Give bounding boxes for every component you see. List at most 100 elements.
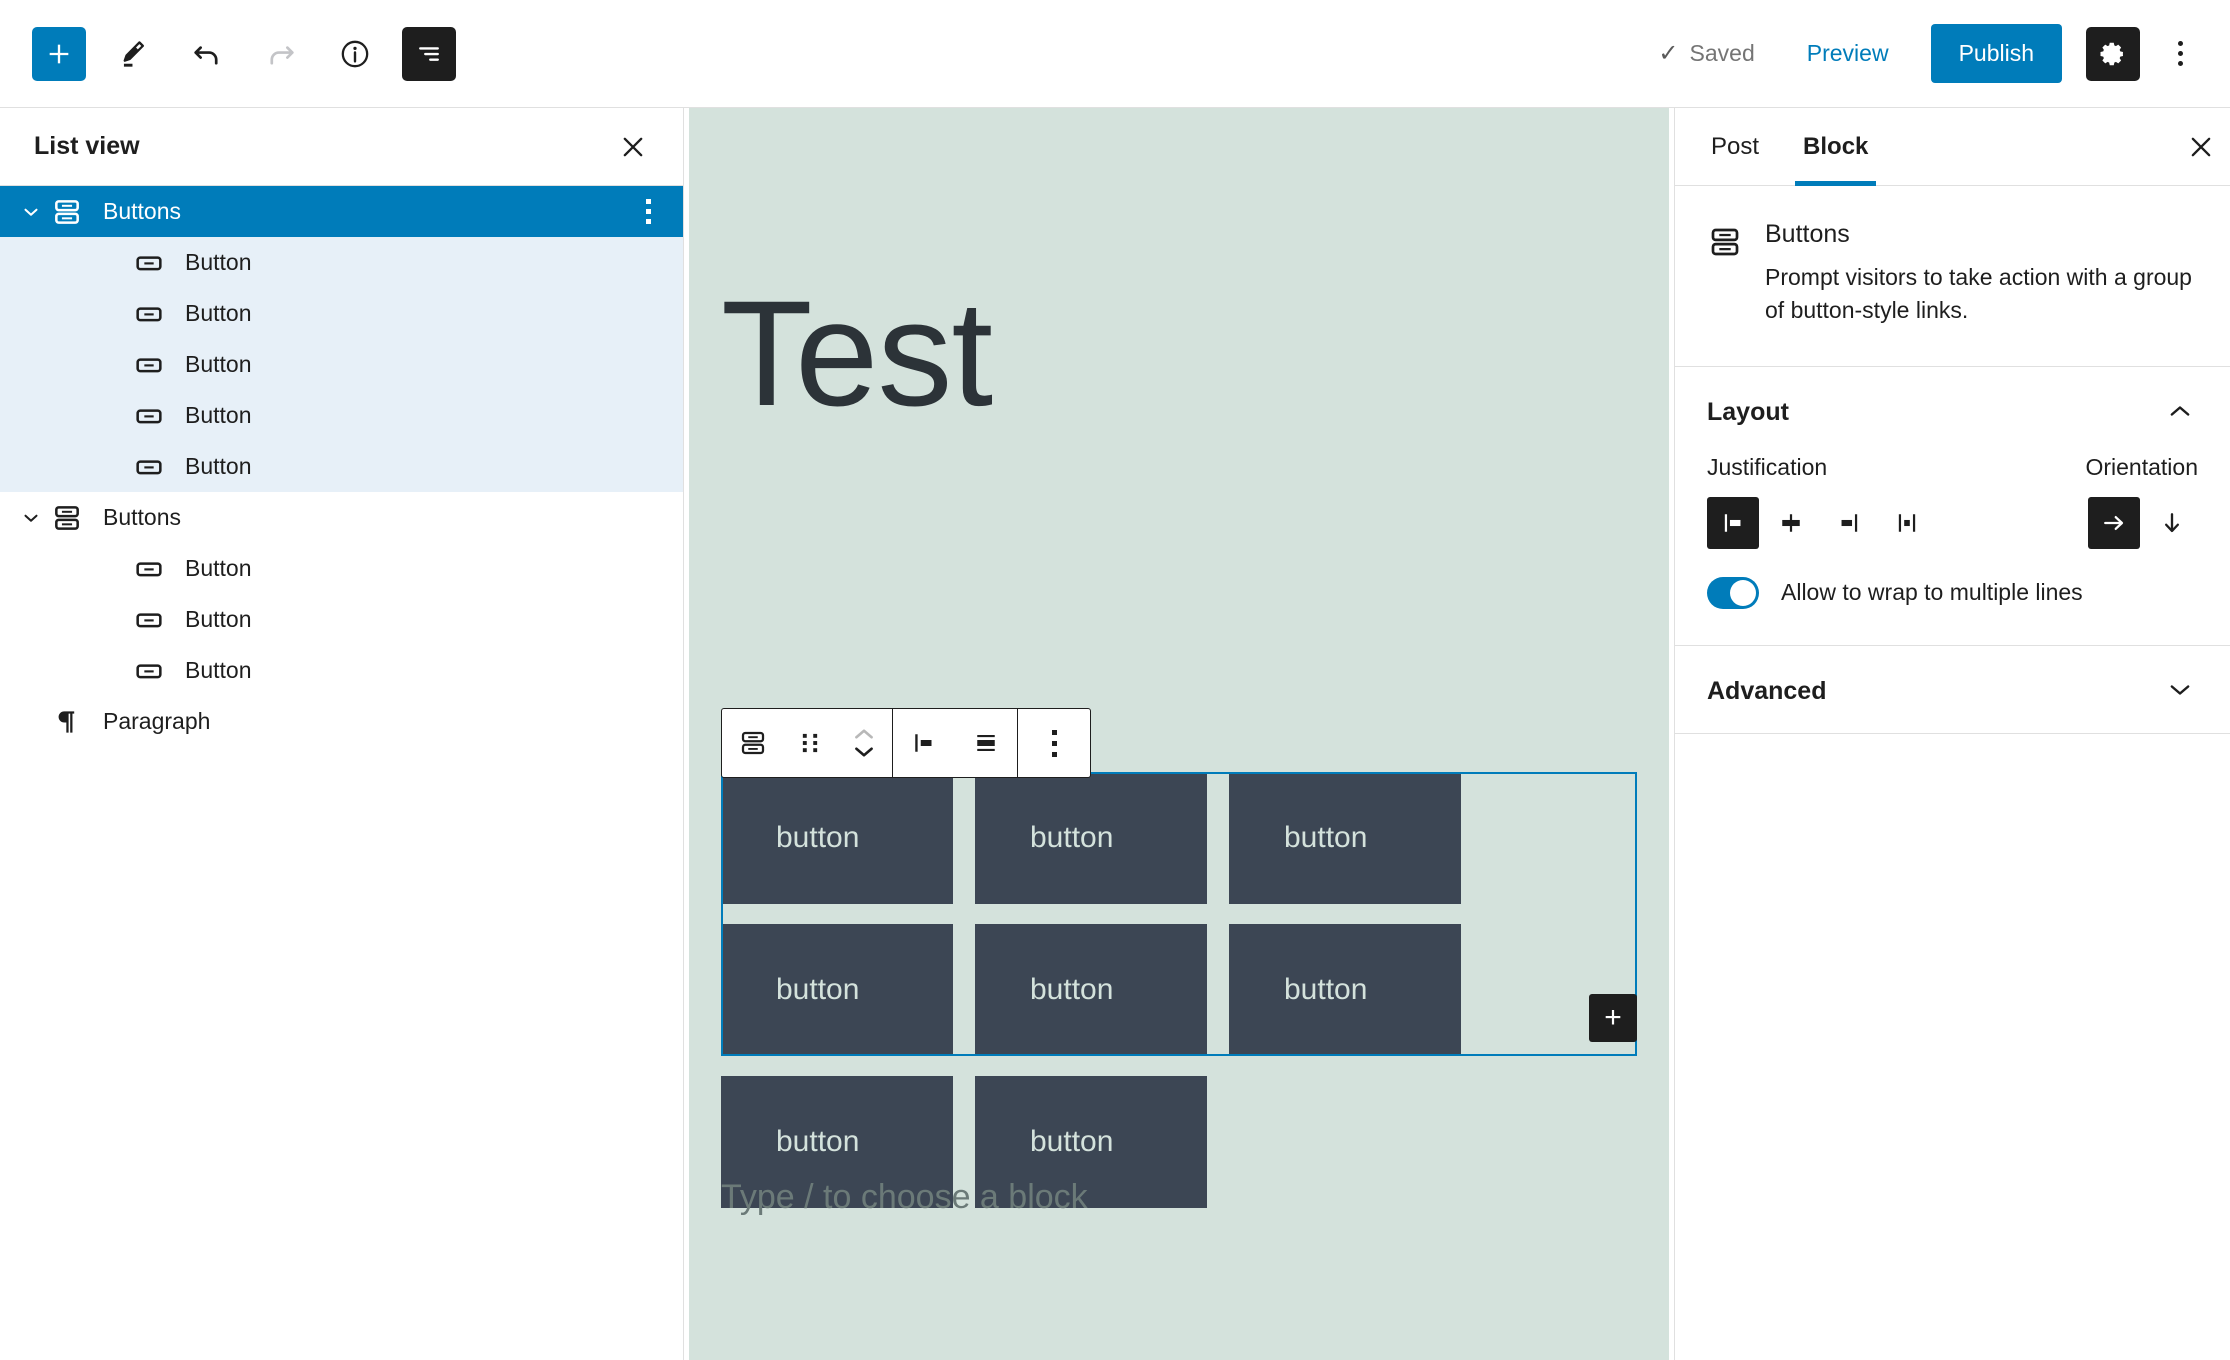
list-view-row-paragraph-10[interactable]: Paragraph (0, 696, 683, 747)
canvas-button-block[interactable]: button (721, 924, 953, 1056)
top-bar-right-tools: ✓ Saved Preview Publish (1658, 24, 2202, 83)
block-name: Buttons (1765, 220, 1850, 248)
buttons-grid: button button button button button button butt… (721, 772, 1637, 1228)
close-list-view-button[interactable] (607, 121, 659, 173)
layout-panel-title: Layout (1707, 397, 1789, 426)
list-view-icon (419, 46, 439, 61)
chevron-up-icon (2166, 397, 2194, 428)
dot (2177, 61, 2183, 66)
canvas-button-block[interactable]: button (721, 772, 953, 904)
arrow-right-icon (2104, 515, 2124, 530)
list-view-row-button-9[interactable]: Button (0, 645, 683, 696)
canvas-button-block[interactable]: button (975, 924, 1207, 1056)
justification-label: Justification (1707, 453, 1828, 480)
drag-handle-icon (802, 733, 818, 753)
button-block-icon (130, 655, 168, 687)
list-view-row-buttons-0[interactable]: Buttons (0, 186, 683, 237)
settings-tab-post[interactable]: Post (1689, 108, 1781, 185)
more-options-button[interactable] (2158, 26, 2202, 82)
block-toolbar-group-align (892, 709, 1017, 777)
justify-left-icon (915, 734, 932, 752)
arrow-down-icon (2165, 512, 2179, 532)
list-view-row-button-8[interactable]: Button (0, 594, 683, 645)
list-view-row-button-1[interactable]: Button (0, 237, 683, 288)
list-view-row-button-2[interactable]: Button (0, 288, 683, 339)
dot (1051, 751, 1057, 757)
list-view-button[interactable] (402, 26, 456, 81)
block-options-button[interactable] (1018, 709, 1090, 777)
list-view-row-label: Buttons (103, 198, 181, 224)
list-view-row-options-button[interactable] (631, 189, 665, 235)
block-toolbar-group-options (1017, 709, 1090, 777)
list-view-panel: List view Buttons Button Button Button B… (0, 108, 684, 1360)
advanced-panel-header[interactable]: Advanced (1675, 646, 2230, 733)
canvas-button-block[interactable]: button (975, 772, 1207, 904)
list-view-row-label: Buttons (103, 504, 181, 530)
list-view-row-button-5[interactable]: Button (0, 441, 683, 492)
justify-right-icon (1841, 513, 1858, 532)
gear-icon (2100, 42, 2123, 65)
close-settings-button[interactable] (2172, 108, 2230, 185)
buttons-blocks-area: button button button button button button butt… (721, 772, 1637, 1228)
settings-toggle-button[interactable] (2086, 26, 2140, 81)
justify-space-between-option[interactable] (1881, 497, 1933, 549)
list-view-row-button-3[interactable]: Button (0, 339, 683, 390)
layout-controls (1707, 496, 2198, 549)
paragraph-placeholder[interactable]: Type / to choose a block (721, 1178, 1088, 1217)
vertical-align-button[interactable] (955, 709, 1017, 777)
layout-panel-body: Justification Orientation Allow to wrap … (1675, 454, 2230, 645)
drag-handle-button[interactable] (784, 709, 836, 777)
list-view-row-label: Button (185, 657, 252, 683)
post-title[interactable]: Test (721, 108, 1637, 428)
layout-panel-header[interactable]: Layout (1675, 367, 2230, 454)
close-icon (623, 137, 643, 156)
redo-button[interactable] (254, 27, 308, 81)
justify-right-option[interactable] (1823, 497, 1875, 549)
justify-left-button[interactable] (893, 709, 955, 777)
settings-tabs: Post Block (1675, 108, 2230, 186)
canvas-button-block[interactable]: button (1229, 772, 1461, 904)
publish-button[interactable]: Publish (1930, 24, 2062, 83)
chevron-down-icon[interactable] (14, 507, 48, 529)
preview-button[interactable]: Preview (1789, 28, 1907, 79)
close-icon (2191, 137, 2211, 156)
top-bar-left-tools (32, 26, 456, 81)
block-description: Prompt visitors to take action with a gr… (1765, 264, 2192, 324)
list-view-title: List view (34, 132, 140, 160)
orientation-vertical-option[interactable] (2146, 497, 2198, 549)
add-block-button[interactable] (32, 26, 86, 81)
orientation-horizontal-option[interactable] (2088, 496, 2140, 549)
wrap-toggle-row: Allow to wrap to multiple lines (1707, 576, 2198, 609)
details-button[interactable] (328, 27, 382, 81)
list-view-row-button-4[interactable]: Button (0, 390, 683, 441)
dot (1051, 729, 1057, 735)
block-type-button[interactable] (722, 709, 784, 777)
settings-tab-block[interactable]: Block (1781, 108, 1890, 186)
button-block-icon (130, 451, 168, 483)
append-button-block[interactable]: + (1589, 994, 1637, 1042)
justification-options (1707, 496, 1933, 549)
paragraph-block-icon (48, 706, 86, 738)
chevron-up-icon (855, 729, 873, 739)
button-block-icon (130, 247, 168, 279)
canvas-button-block[interactable]: button (1229, 924, 1461, 1056)
chevron-down-icon[interactable] (14, 201, 48, 223)
buttons-block-icon (741, 731, 765, 755)
toggle-knob (1730, 579, 1756, 606)
advanced-panel: Advanced (1675, 646, 2230, 734)
list-view-row-button-7[interactable]: Button (0, 543, 683, 594)
justify-center-option[interactable] (1765, 497, 1817, 549)
allow-wrap-toggle[interactable] (1707, 576, 1759, 609)
list-view-row-buttons-6[interactable]: Buttons (0, 492, 683, 543)
justify-left-option[interactable] (1707, 496, 1759, 549)
move-block-buttons[interactable] (836, 709, 892, 777)
button-block-icon (130, 553, 168, 585)
check-icon: ✓ (1658, 40, 1679, 67)
tools-button[interactable] (106, 27, 160, 81)
button-block-icon (130, 298, 168, 330)
editor-canvas: Test button button button button button … (689, 108, 1669, 1360)
button-block-icon (130, 349, 168, 381)
undo-button[interactable] (180, 27, 234, 81)
layout-panel: Layout Justification Orientation Allow t… (1675, 367, 2230, 646)
list-view-row-label: Button (185, 300, 252, 326)
